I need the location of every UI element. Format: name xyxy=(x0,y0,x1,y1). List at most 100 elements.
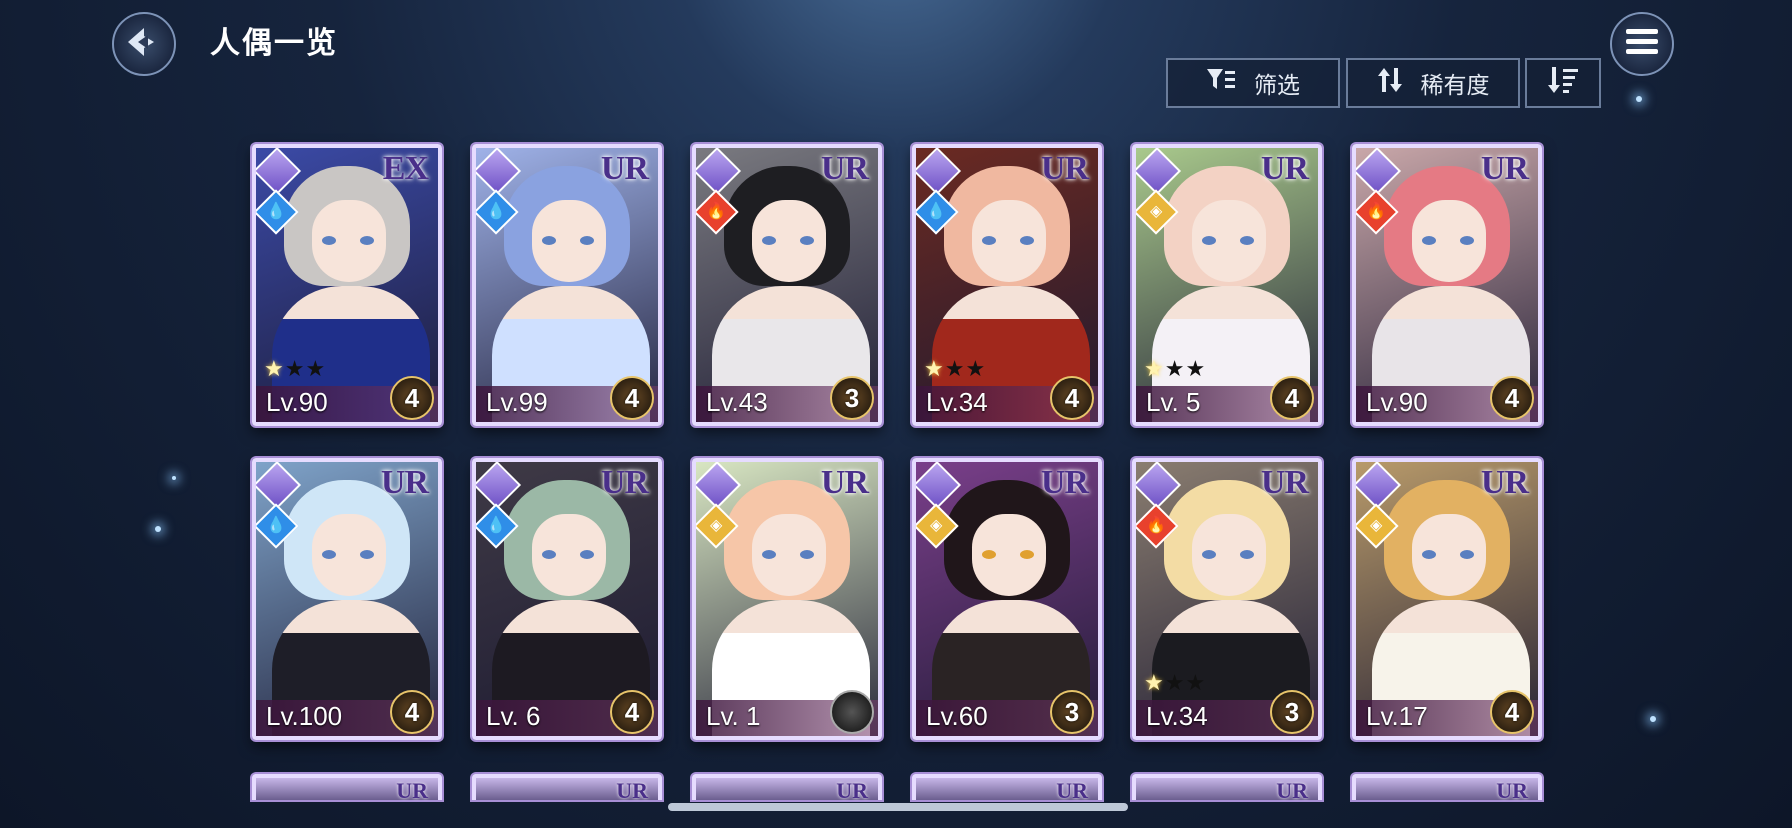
portrait-eye xyxy=(580,236,594,245)
rarity-label: UR xyxy=(616,778,648,803)
portrait-eye xyxy=(542,550,556,559)
portrait-eye xyxy=(542,236,556,245)
rarity-label: UR xyxy=(396,778,428,803)
star-icon: ★ xyxy=(965,356,987,381)
rarity-label: UR xyxy=(1480,464,1529,501)
star-icon: ★ xyxy=(1164,356,1186,381)
grade-emblem: 4 xyxy=(390,376,434,420)
character-card[interactable]: 💧 UR Lv. 64 xyxy=(472,458,662,740)
grade-emblem: 3 xyxy=(830,376,874,420)
star-icon: ★ xyxy=(284,356,306,381)
sparkle-decoration xyxy=(1636,96,1642,102)
sort-arrows-icon xyxy=(1377,67,1403,99)
back-button[interactable] xyxy=(112,12,176,76)
star-rating: ★★★ xyxy=(924,356,986,382)
scroll-indicator[interactable] xyxy=(668,803,1128,811)
star-icon: ★ xyxy=(1185,356,1207,381)
character-card[interactable]: 💧 UR Lv.100 4 xyxy=(252,458,442,740)
portrait-eye xyxy=(800,550,814,559)
portrait-eye xyxy=(1202,550,1216,559)
portrait-eye xyxy=(1240,236,1254,245)
rarity-label: UR xyxy=(1276,778,1308,803)
character-card[interactable]: ◈ UR Lv.17 4 xyxy=(1352,458,1542,740)
page-title: 人偶一览 xyxy=(210,27,338,60)
portrait-eye xyxy=(982,550,996,559)
character-card[interactable]: 🔥 UR ★★★ Lv.34 3 xyxy=(1132,458,1322,740)
rarity-label: UR xyxy=(1040,464,1089,501)
rarity-label: UR xyxy=(820,464,869,501)
grade-emblem: 4 xyxy=(1270,376,1314,420)
filter-button[interactable]: 筛选 xyxy=(1166,58,1340,108)
character-card[interactable]: 🔥 UR Lv.90 4 xyxy=(1352,144,1542,426)
character-card[interactable]: UR xyxy=(472,774,662,803)
star-icon: ★ xyxy=(305,356,327,381)
rarity-label: UR xyxy=(1260,150,1309,187)
grade-emblem: 4 xyxy=(610,690,654,734)
sparkle-decoration xyxy=(172,476,176,480)
rarity-label: EX xyxy=(382,150,429,187)
rarity-label: UR xyxy=(1056,778,1088,803)
star-icon: ★ xyxy=(924,356,945,381)
character-card[interactable]: UR xyxy=(1352,774,1542,803)
character-card[interactable]: UR xyxy=(692,774,882,803)
portrait-eye xyxy=(322,550,336,559)
sort-order-icon xyxy=(1547,66,1579,100)
level-text: Lv.60 xyxy=(926,701,988,731)
filter-label: 筛选 xyxy=(1254,72,1300,98)
portrait-eye xyxy=(580,550,594,559)
menu-button[interactable] xyxy=(1610,12,1674,76)
rarity-label: UR xyxy=(1040,150,1089,187)
level-text: Lv.99 xyxy=(486,387,548,417)
character-card[interactable]: UR xyxy=(1132,774,1322,803)
level-text: Lv. 6 xyxy=(486,701,541,731)
level-text: Lv. 1 xyxy=(706,701,761,731)
star-rating: ★★★ xyxy=(1144,356,1206,382)
portrait-eye xyxy=(360,236,374,245)
character-card[interactable]: ◈ UR Lv. 1 xyxy=(692,458,882,740)
portrait-eye xyxy=(762,236,776,245)
character-card[interactable]: UR xyxy=(912,774,1102,803)
character-card[interactable]: 🔥 UR Lv.43 3 xyxy=(692,144,882,426)
star-rating: ★★★ xyxy=(1144,670,1206,696)
level-text: Lv.90 xyxy=(266,387,328,417)
grade-emblem: 4 xyxy=(1490,376,1534,420)
sort-order-button[interactable] xyxy=(1525,58,1601,108)
grade-emblem: 4 xyxy=(1050,376,1094,420)
grade-emblem: 4 xyxy=(1490,690,1534,734)
portrait-eye xyxy=(1240,550,1254,559)
level-text: Lv.100 xyxy=(266,701,343,731)
back-arrow-icon xyxy=(124,22,164,67)
rarity-label: UR xyxy=(836,778,868,803)
character-card[interactable]: UR xyxy=(252,774,442,803)
level-text: Lv.90 xyxy=(1366,387,1428,417)
grade-emblem: 4 xyxy=(390,690,434,734)
star-icon: ★ xyxy=(1185,670,1207,695)
rarity-label: UR xyxy=(380,464,429,501)
sort-rarity-button[interactable]: 稀有度 xyxy=(1346,58,1520,108)
portrait-eye xyxy=(1460,550,1474,559)
star-icon: ★ xyxy=(1144,670,1165,695)
portrait-eye xyxy=(1460,236,1474,245)
character-card[interactable]: 💧 UR ★★★ Lv.34 4 xyxy=(912,144,1102,426)
star-icon: ★ xyxy=(1144,356,1165,381)
grade-emblem: 4 xyxy=(610,376,654,420)
grade-emblem xyxy=(830,690,874,734)
character-card[interactable]: 💧 EX ★★★ Lv.90 4 xyxy=(252,144,442,426)
portrait-eye xyxy=(1020,236,1034,245)
level-text: Lv.34 xyxy=(926,387,988,417)
grade-emblem: 3 xyxy=(1050,690,1094,734)
portrait-eye xyxy=(800,236,814,245)
level-text: Lv.43 xyxy=(706,387,768,417)
sort-label: 稀有度 xyxy=(1420,72,1490,98)
rarity-label: UR xyxy=(1480,150,1529,187)
portrait-eye xyxy=(322,236,336,245)
rarity-label: UR xyxy=(820,150,869,187)
rarity-label: UR xyxy=(1496,778,1528,803)
character-card[interactable]: ◈ UR Lv.60 3 xyxy=(912,458,1102,740)
portrait-eye xyxy=(360,550,374,559)
rarity-label: UR xyxy=(600,150,649,187)
character-card[interactable]: 💧 UR Lv.99 4 xyxy=(472,144,662,426)
character-card[interactable]: ◈ UR ★★★ Lv. 54 xyxy=(1132,144,1322,426)
sparkle-decoration xyxy=(1650,716,1656,722)
rarity-label: UR xyxy=(600,464,649,501)
